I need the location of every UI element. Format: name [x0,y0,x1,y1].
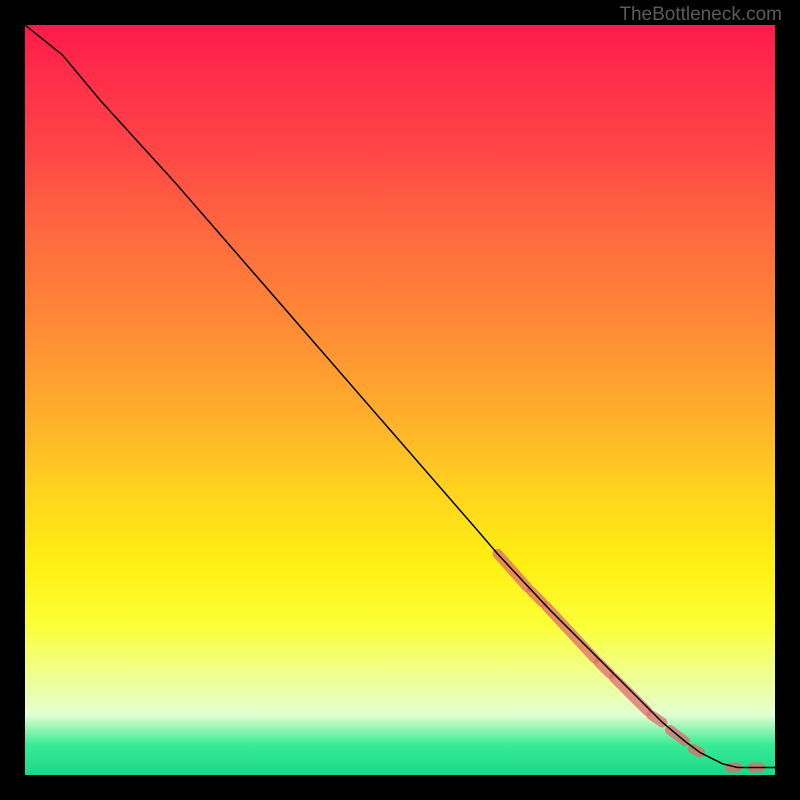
plot-area [25,25,775,775]
bottleneck-curve-line [25,25,775,768]
highlight-segment [614,678,648,712]
watermark: TheBottleneck.com [619,4,782,26]
chart-container: TheBottleneck.com [0,0,800,800]
curve-svg [25,25,775,775]
